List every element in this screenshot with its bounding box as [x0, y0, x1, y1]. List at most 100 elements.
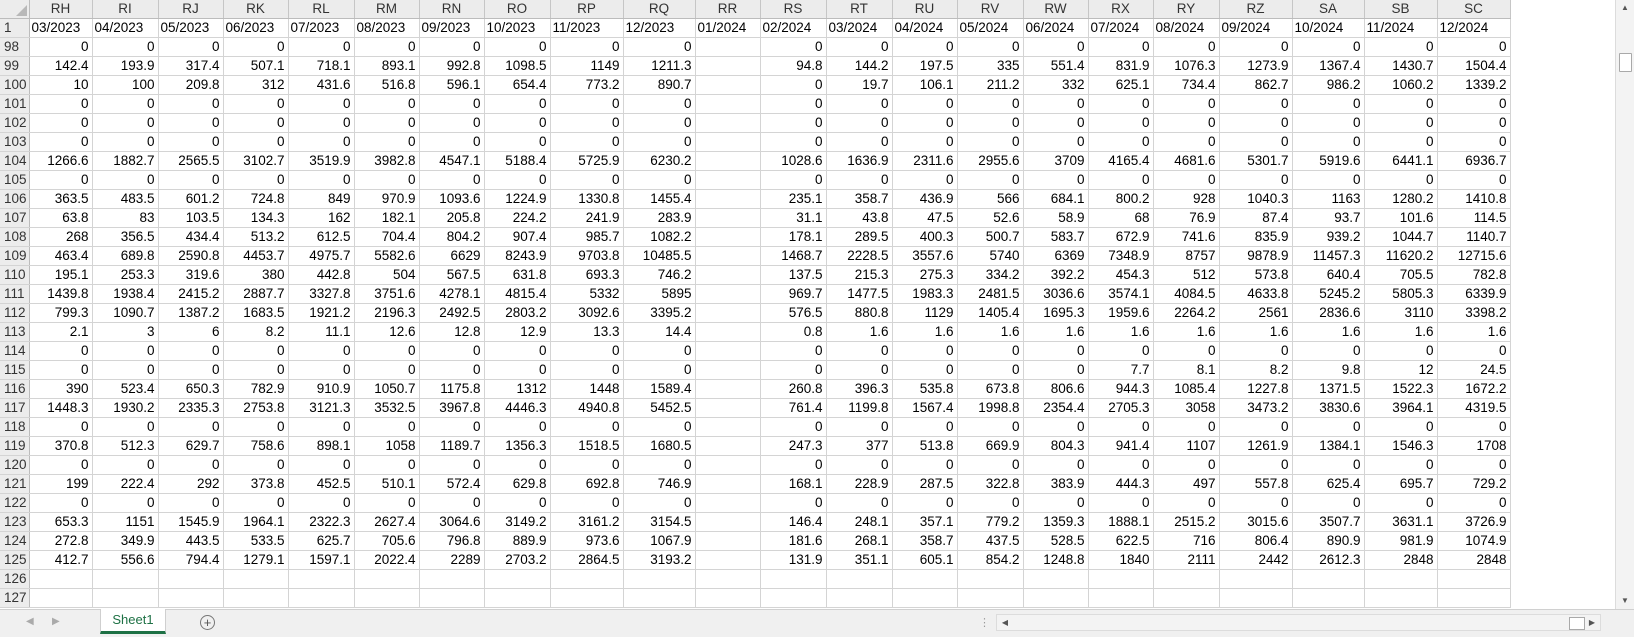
cell[interactable]: 4165.4	[1088, 151, 1154, 171]
cell[interactable]: 0	[1088, 94, 1154, 114]
cell[interactable]: 941.4	[1088, 436, 1154, 456]
row-header[interactable]: 110	[0, 265, 30, 285]
cell[interactable]: 1888.1	[1088, 512, 1154, 532]
cell[interactable]: 0	[484, 94, 551, 114]
column-header-rw[interactable]: RW	[1023, 0, 1089, 19]
cell[interactable]: 235.1	[760, 189, 827, 209]
cell[interactable]: 806.6	[1023, 379, 1089, 399]
cell[interactable]	[695, 113, 761, 133]
cell[interactable]: 724.8	[223, 189, 289, 209]
cell[interactable]: 0	[1292, 170, 1365, 190]
cell[interactable]: 0	[826, 132, 893, 152]
cell[interactable]: 1387.2	[158, 303, 224, 323]
cell[interactable]: 10485.5	[623, 246, 696, 266]
cell[interactable]: 0	[1292, 113, 1365, 133]
cell[interactable]: 573.8	[1219, 265, 1293, 285]
cell[interactable]: 07/2024	[1088, 18, 1154, 38]
cell[interactable]	[695, 151, 761, 171]
cell[interactable]: 3161.2	[550, 512, 624, 532]
row-header[interactable]: 116	[0, 379, 30, 399]
cell[interactable]: 1.6	[1437, 322, 1511, 342]
cell[interactable]: 0	[288, 132, 355, 152]
cell[interactable]: 0	[1153, 94, 1220, 114]
cell[interactable]: 0	[1153, 455, 1220, 475]
cell[interactable]	[1437, 569, 1511, 589]
cell[interactable]: 806.4	[1219, 531, 1293, 551]
cell[interactable]: 0	[1023, 341, 1089, 361]
cell[interactable]: 0	[892, 94, 958, 114]
cell[interactable]	[826, 588, 893, 608]
cell[interactable]: 1546.3	[1364, 436, 1438, 456]
scroll-up-icon[interactable]: ▲	[1616, 0, 1634, 16]
cell[interactable]: 142.4	[29, 56, 93, 76]
cell[interactable]: 0	[419, 94, 485, 114]
cell[interactable]: 1199.8	[826, 398, 893, 418]
cell[interactable]: 275.3	[892, 265, 958, 285]
cell[interactable]: 640.4	[1292, 265, 1365, 285]
cell[interactable]: 0	[223, 113, 289, 133]
cell[interactable]: 58.9	[1023, 208, 1089, 228]
cell[interactable]: 114.5	[1437, 208, 1511, 228]
cell[interactable]: 513.2	[223, 227, 289, 247]
cell[interactable]: 0	[1364, 417, 1438, 437]
cell[interactable]: 289.5	[826, 227, 893, 247]
cell[interactable]: 12.9	[484, 322, 551, 342]
cell[interactable]: 625.4	[1292, 474, 1365, 494]
cell[interactable]	[623, 588, 696, 608]
cell[interactable]: 3574.1	[1088, 284, 1154, 304]
cell[interactable]: 782.9	[223, 379, 289, 399]
cell[interactable]: 3092.6	[550, 303, 624, 323]
cell[interactable]: 06/2023	[223, 18, 289, 38]
cell[interactable]: 2022.4	[354, 550, 420, 570]
cell[interactable]: 1882.7	[92, 151, 159, 171]
cell[interactable]: 970.9	[354, 189, 420, 209]
cell[interactable]: 1672.2	[1437, 379, 1511, 399]
cell[interactable]: 734.4	[1153, 75, 1220, 95]
row-header[interactable]: 127	[0, 588, 30, 608]
cell[interactable]: 0	[288, 37, 355, 57]
cell[interactable]	[695, 341, 761, 361]
cell[interactable]: 1067.9	[623, 531, 696, 551]
cell[interactable]: 928	[1153, 189, 1220, 209]
cell[interactable]: 1367.4	[1292, 56, 1365, 76]
cell[interactable]: 0	[223, 37, 289, 57]
cell[interactable]: 162	[288, 208, 355, 228]
cell[interactable]: 09/2024	[1219, 18, 1293, 38]
cell[interactable]: 8243.9	[484, 246, 551, 266]
cell[interactable]	[354, 569, 420, 589]
column-header-sa[interactable]: SA	[1292, 0, 1365, 19]
cell[interactable]: 497	[1153, 474, 1220, 494]
cell[interactable]: 596.1	[419, 75, 485, 95]
cell[interactable]: 3967.8	[419, 398, 485, 418]
cell[interactable]: 14.4	[623, 322, 696, 342]
cell[interactable]: 705.5	[1364, 265, 1438, 285]
cell[interactable]: 1227.8	[1219, 379, 1293, 399]
cell[interactable]: 131.9	[760, 550, 827, 570]
cell[interactable]: 2322.3	[288, 512, 355, 532]
cell[interactable]: 673.8	[957, 379, 1024, 399]
column-header-ro[interactable]: RO	[484, 0, 551, 19]
row-header[interactable]: 104	[0, 151, 30, 171]
cell[interactable]: 0	[484, 455, 551, 475]
cell[interactable]: 2311.6	[892, 151, 958, 171]
cell[interactable]: 1384.1	[1292, 436, 1365, 456]
cell[interactable]: 0	[29, 170, 93, 190]
cell[interactable]: 512	[1153, 265, 1220, 285]
cell[interactable]: 629.7	[158, 436, 224, 456]
cell[interactable]	[92, 588, 159, 608]
cell[interactable]: 0	[484, 360, 551, 380]
cell[interactable]: 1636.9	[826, 151, 893, 171]
column-header-sc[interactable]: SC	[1437, 0, 1511, 19]
cell[interactable]: 1090.7	[92, 303, 159, 323]
cell[interactable]: 6369	[1023, 246, 1089, 266]
cell[interactable]	[223, 588, 289, 608]
cell[interactable]: 0	[223, 341, 289, 361]
cell[interactable]: 2442	[1219, 550, 1293, 570]
cell[interactable]: 1410.8	[1437, 189, 1511, 209]
cell[interactable]: 24.5	[1437, 360, 1511, 380]
cell[interactable]	[695, 56, 761, 76]
row-header[interactable]: 109	[0, 246, 30, 266]
cell[interactable]: 1082.2	[623, 227, 696, 247]
row-header[interactable]: 98	[0, 37, 30, 57]
cell[interactable]: 0	[92, 37, 159, 57]
